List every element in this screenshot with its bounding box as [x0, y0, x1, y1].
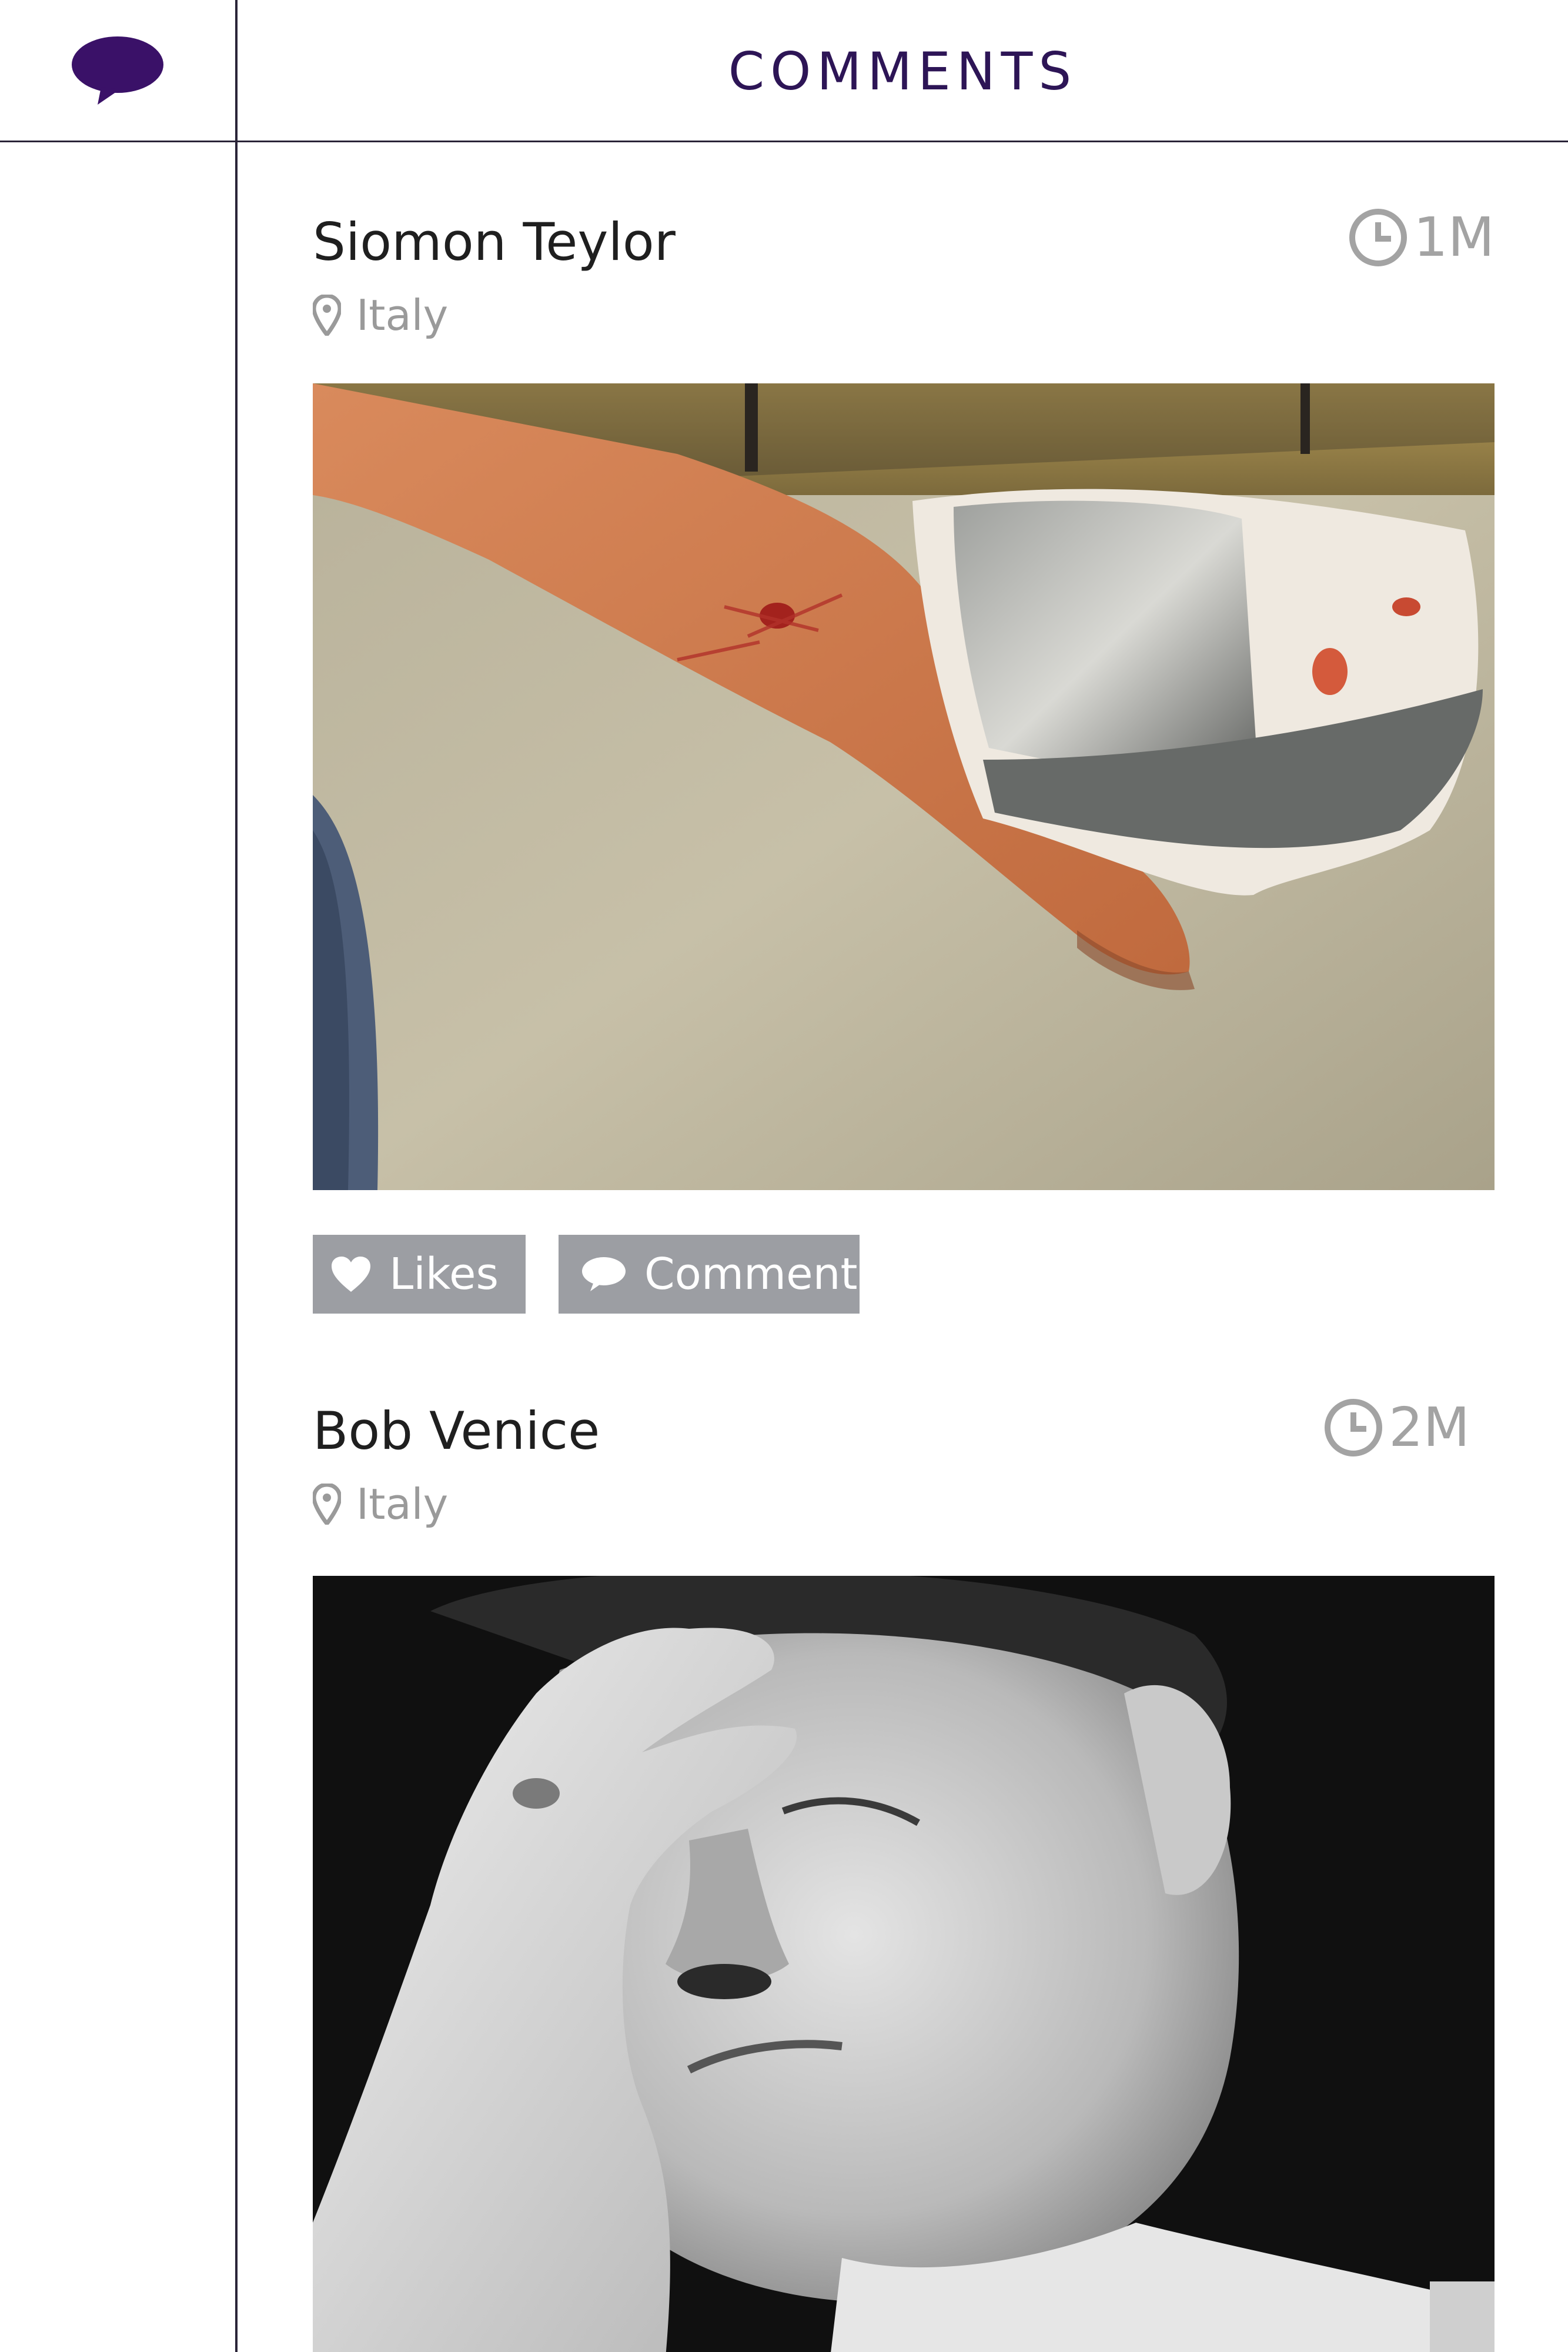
post-location: Italy	[313, 290, 448, 340]
left-rail	[0, 0, 238, 2352]
post-time: 2M	[1323, 1396, 1470, 1459]
comments-screen: COMMENTS Siomon Teylor 1M Italy Likes Co…	[0, 0, 1568, 2352]
post-author[interactable]: Bob Venice	[313, 1401, 600, 1461]
post-card: Bob Venice 2M Italy	[313, 1331, 1495, 2352]
clock-icon	[1325, 1398, 1383, 1456]
post-image[interactable]	[313, 383, 1495, 1190]
location-pin-icon	[313, 1484, 341, 1525]
post-author[interactable]: Siomon Teylor	[313, 212, 676, 272]
post-location-label: Italy	[356, 290, 449, 340]
bandaged-hand-photo	[313, 383, 1495, 1190]
page-title: COMMENTS	[728, 41, 1078, 102]
clock-icon	[1349, 208, 1407, 266]
post-time-label: 1M	[1413, 206, 1495, 269]
speech-bubble-icon[interactable]	[71, 35, 165, 106]
location-pin-icon	[313, 295, 341, 336]
comment-bubble-icon	[582, 1257, 626, 1291]
post-location-label: Italy	[356, 1479, 449, 1529]
likes-button-label: Likes	[389, 1249, 499, 1299]
post-time: 1M	[1348, 206, 1495, 269]
heart-icon	[332, 1257, 370, 1292]
post-location: Italy	[313, 1479, 448, 1529]
tired-man-photo	[313, 1576, 1495, 2352]
post-card: Siomon Teylor 1M Italy Likes Comment	[313, 142, 1495, 1331]
likes-button[interactable]: Likes	[313, 1235, 526, 1314]
post-time-label: 2M	[1389, 1396, 1470, 1459]
post-image[interactable]	[313, 1576, 1495, 2352]
comment-button-label: Comment	[644, 1249, 858, 1299]
menu-toggle[interactable]	[0, 0, 235, 141]
comments-feed[interactable]: Siomon Teylor 1M Italy Likes Comment Bob…	[313, 142, 1495, 2352]
post-actions: Likes Comment	[313, 1235, 860, 1314]
comment-button[interactable]: Comment	[559, 1235, 860, 1314]
